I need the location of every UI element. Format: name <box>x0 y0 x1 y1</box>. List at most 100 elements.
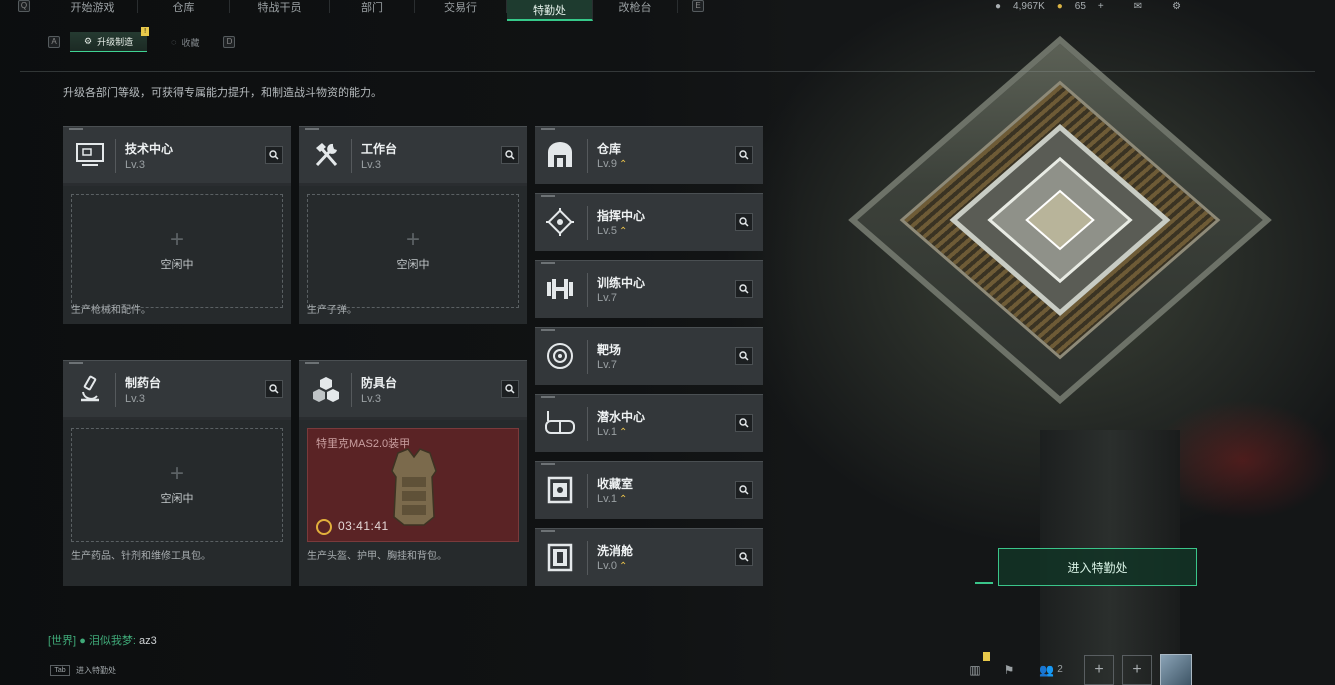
notification-badge: ! <box>141 27 150 36</box>
settings-icon[interactable]: ⚙ <box>1172 1 1181 12</box>
timer-icon <box>316 519 332 535</box>
upgrade-arrow-icon: ⌃ <box>618 561 628 572</box>
tab-warehouse[interactable]: 仓库 <box>138 0 230 14</box>
mail-icon[interactable]: ✉ <box>1134 1 1142 12</box>
workshop-card-pharmacy[interactable]: 制药台 Lv.3 + 空闲中 生产药品、针剂和维修工具包。 <box>63 360 291 586</box>
upgrade-arrow-icon: ⌃ <box>618 159 628 170</box>
subnav-next-key[interactable]: D <box>223 36 236 48</box>
card-description: 生产头盔、护甲、胸挂和背包。 <box>307 551 447 562</box>
search-button[interactable] <box>735 146 753 164</box>
avatar[interactable] <box>1160 653 1192 685</box>
facility-shooting-range[interactable]: 靶场 Lv.7 <box>535 327 763 385</box>
facility-title: 仓库 <box>597 142 622 156</box>
facility-warehouse[interactable]: 仓库 Lv.9 ⌃ <box>535 126 763 184</box>
special-ops-cube <box>848 35 1272 460</box>
facility-title: 靶场 <box>597 343 622 357</box>
nav-next-key[interactable]: E <box>692 0 704 12</box>
search-button[interactable] <box>501 146 519 164</box>
subnav-prev-key[interactable]: A <box>48 36 60 48</box>
card-description: 生产子弹。 <box>307 305 357 316</box>
flag-icon: ⚑ <box>1003 662 1015 677</box>
search-button[interactable] <box>501 380 519 398</box>
card-level: Lv.3 <box>125 159 145 171</box>
search-button[interactable] <box>735 481 753 499</box>
facility-level: Lv.1 <box>597 493 617 505</box>
invite-slot-1[interactable]: + <box>1084 654 1114 685</box>
workshop-card-armor[interactable]: 防具台 Lv.3 特里克MAS2.0装甲 03:41:41 生产头盔、护甲、胸挂… <box>299 360 527 586</box>
armor-vest-image <box>391 448 437 526</box>
workshop-card-tech[interactable]: 技术中心 Lv.3 + 空闲中 生产枪械和配件。 <box>63 126 291 324</box>
tab-start-game[interactable]: 开始游戏 <box>48 0 138 14</box>
facility-title: 训练中心 <box>597 276 646 290</box>
production-slot[interactable]: + 空闲中 <box>71 428 283 542</box>
plus-icon: + <box>1132 660 1142 678</box>
search-button[interactable] <box>735 280 753 298</box>
bar-chart-icon: ▥ <box>969 662 981 677</box>
currency-bar: ● 4,967K ● 65 + ✉ ⚙ <box>995 0 1181 12</box>
flag-button[interactable]: ⚑ <box>992 654 1026 685</box>
enter-special-ops-button[interactable]: 进入特勤处 <box>998 548 1197 586</box>
search-button[interactable] <box>735 213 753 231</box>
subtab-collection[interactable]: ◌ 收藏 <box>157 32 213 52</box>
microscope-icon <box>73 373 107 405</box>
facility-command-center[interactable]: 指挥中心 Lv.5 ⌃ <box>535 193 763 251</box>
add-currency-icon[interactable]: + <box>1098 1 1104 12</box>
production-slot[interactable]: + 空闲中 <box>71 194 283 308</box>
crafting-timer: 03:41:41 <box>338 519 389 533</box>
card-level: Lv.3 <box>361 159 381 171</box>
tab-gunsmith[interactable]: 改枪台 <box>593 0 678 14</box>
search-button[interactable] <box>735 347 753 365</box>
facility-title: 潜水中心 <box>597 410 646 424</box>
facility-level: Lv.5 <box>597 225 617 237</box>
squad-button[interactable]: 👥 2 <box>1026 654 1076 685</box>
stats-button[interactable]: ▥ <box>958 652 992 685</box>
card-title: 防具台 <box>361 376 398 390</box>
subtab-upgrade-craft[interactable]: ⚙ 升级制造 ! <box>70 27 150 52</box>
upgrade-arrow-icon: ⌃ <box>618 494 628 505</box>
tab-departments[interactable]: 部门 <box>330 0 415 14</box>
production-slot[interactable]: + 空闲中 <box>307 194 519 308</box>
tab-operators[interactable]: 特战干员 <box>230 0 330 14</box>
search-icon <box>505 384 515 394</box>
facility-level-wrap: Lv.9 ⌃ <box>597 158 627 170</box>
tab-trading[interactable]: 交易行 <box>415 0 507 14</box>
search-button[interactable] <box>735 414 753 432</box>
facility-title: 洗消舱 <box>597 544 634 558</box>
invite-slot-2[interactable]: + <box>1122 654 1152 685</box>
intro-text: 升级各部门等级，可获得专属能力提升，和制造战斗物资的能力。 <box>63 87 382 99</box>
chat-sender[interactable]: 泪似我梦 <box>89 635 133 647</box>
search-icon <box>739 418 749 428</box>
search-icon <box>739 150 749 160</box>
workshop-card-workbench[interactable]: 工作台 Lv.3 + 空闲中 生产子弹。 <box>299 126 527 324</box>
nav-prev-key[interactable]: Q <box>18 0 30 12</box>
plus-icon: + <box>169 226 184 253</box>
top-navigation: Q 开始游戏 仓库 特战干员 部门 交易行 特勤处 改枪台 E <box>0 0 720 21</box>
chat-channel[interactable]: [世界] <box>48 635 76 647</box>
tab-special-ops[interactable]: 特勤处 <box>507 0 593 21</box>
search-button[interactable] <box>735 548 753 566</box>
card-title: 工作台 <box>361 142 398 156</box>
tab-hint-label: 进入特勤处 <box>76 665 116 675</box>
upgrade-arrow-icon: ⌃ <box>618 427 628 438</box>
search-icon <box>739 485 749 495</box>
tab-key-hint[interactable]: Tab 进入特勤处 <box>50 656 128 684</box>
chat-message: az3 <box>139 635 157 647</box>
search-button[interactable] <box>265 146 283 164</box>
facility-collection-room[interactable]: 收藏室 Lv.1 ⌃ <box>535 461 763 519</box>
slot-status: 空闲中 <box>396 259 430 271</box>
facility-decon-pod[interactable]: 洗消舱 Lv.0 ⌃ <box>535 528 763 586</box>
subtab-label: 收藏 <box>181 37 200 48</box>
divider <box>20 71 1315 72</box>
facility-level-wrap: Lv.0 ⌃ <box>597 560 627 572</box>
ticket-icon: ● <box>1056 0 1063 12</box>
crafting-slot[interactable]: 特里克MAS2.0装甲 03:41:41 <box>307 428 519 542</box>
player-icon: ● <box>79 635 86 647</box>
facility-diving-center[interactable]: 潜水中心 Lv.1 ⌃ <box>535 394 763 452</box>
search-button[interactable] <box>265 380 283 398</box>
coin-icon: ● <box>995 0 1002 12</box>
facility-training-center[interactable]: 训练中心 Lv.7 <box>535 260 763 318</box>
card-level: Lv.3 <box>125 393 145 405</box>
enter-button-accent <box>975 582 993 584</box>
search-icon <box>269 384 279 394</box>
people-icon: 👥 <box>1039 662 1055 677</box>
